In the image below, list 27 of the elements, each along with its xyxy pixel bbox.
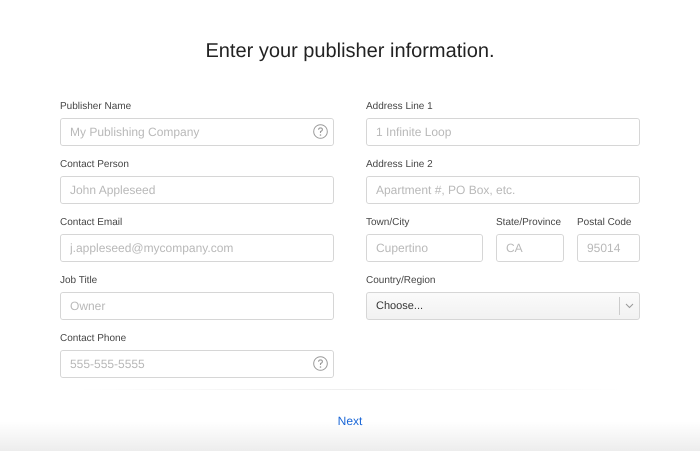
field-label: Town/City <box>366 216 410 230</box>
field-label: Publisher Name <box>60 100 132 114</box>
help-icon[interactable] <box>313 124 328 139</box>
field-label: State/Province <box>496 216 562 230</box>
next-button[interactable]: Next <box>334 412 366 430</box>
field-label: Address Line 2 <box>366 158 434 172</box>
field-label: Job Title <box>60 274 98 288</box>
field-label: Contact Person <box>60 158 130 172</box>
input-field[interactable]: Apartment #, PO Box, etc. <box>366 176 640 204</box>
country-dropdown[interactable]: Choose... <box>366 292 640 320</box>
field-label: Address Line 1 <box>366 100 434 114</box>
field-label: Country/Region <box>366 274 436 288</box>
field-label: Contact Email <box>60 216 124 230</box>
input-field[interactable]: j.appleseed@mycompany.com <box>60 234 334 262</box>
input-field[interactable]: CA <box>496 234 564 262</box>
input-field[interactable]: John Appleseed <box>60 176 334 204</box>
input-field[interactable]: 555-555-5555 <box>60 350 334 378</box>
field-label: Contact Phone <box>60 332 128 346</box>
input-field[interactable]: 1 Infinite Loop <box>366 118 640 146</box>
chevron-down-icon <box>625 303 634 309</box>
field-label: Postal Code <box>577 216 632 230</box>
input-field[interactable]: Cupertino <box>366 234 483 262</box>
help-icon[interactable] <box>313 356 328 371</box>
input-field[interactable]: 95014 <box>577 234 640 262</box>
input-field[interactable]: Owner <box>60 292 334 320</box>
input-field[interactable]: My Publishing Company <box>60 118 334 146</box>
page-title: Enter your publisher information. <box>205 39 495 64</box>
